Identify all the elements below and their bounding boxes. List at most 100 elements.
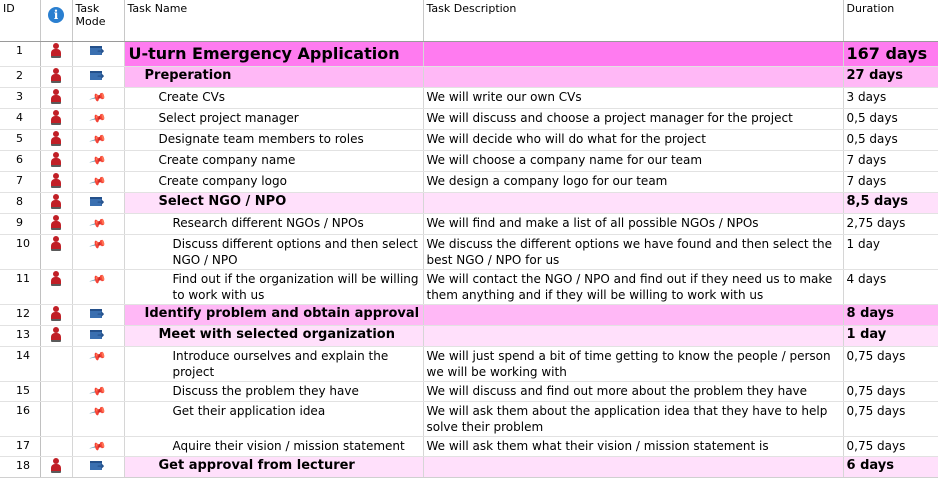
task-description-cell[interactable] [423,66,844,88]
task-id-cell[interactable]: 9 [0,213,41,235]
task-duration-cell[interactable]: 7 days [843,171,938,193]
task-description-cell[interactable]: We discuss the different options we have… [423,234,844,270]
task-mode-cell[interactable] [72,41,125,67]
task-description-cell[interactable]: We will discuss and find out more about … [423,381,844,402]
column-header-task-mode[interactable]: Task Mode [72,0,125,42]
task-description-cell[interactable]: We will decide who will do what for the … [423,129,844,151]
task-mode-cell[interactable]: 📌 [72,108,125,130]
task-mode-cell[interactable] [72,66,125,88]
task-mode-cell[interactable]: 📌 [72,436,125,457]
task-row[interactable]: 4 📌 Select project manager We will discuss … [0,108,938,130]
task-duration-cell[interactable]: 1 day [843,234,938,270]
task-id-cell[interactable]: 3 [0,87,41,109]
task-duration-cell[interactable]: 0,75 days [843,381,938,402]
task-id-cell[interactable]: 14 [0,346,41,382]
task-id-cell[interactable]: 6 [0,150,41,172]
task-name-cell[interactable]: Find out if the organization will be wil… [124,269,424,305]
task-name-cell[interactable]: Select NGO / NPO [124,192,424,214]
task-name-cell[interactable]: Create CVs [124,87,424,109]
task-row[interactable]: 18 Get approval from lecturer 6 days [0,456,938,478]
task-description-cell[interactable]: We will choose a company name for our te… [423,150,844,172]
task-name-cell[interactable]: Aquire their vision / mission statement [124,436,424,457]
task-id-cell[interactable]: 17 [0,436,41,457]
task-mode-cell[interactable] [72,304,125,326]
task-mode-cell[interactable]: 📌 [72,381,125,402]
task-duration-cell[interactable]: 0,75 days [843,346,938,382]
task-description-cell[interactable] [423,325,844,347]
task-id-cell[interactable]: 10 [0,234,41,270]
task-description-cell[interactable]: We will contact the NGO / NPO and find o… [423,269,844,305]
task-description-cell[interactable] [423,304,844,326]
task-row[interactable]: 3 📌 Create CVs We will write our own CVs 3 d… [0,87,938,109]
task-name-cell[interactable]: Designate team members to roles [124,129,424,151]
task-mode-cell[interactable] [72,192,125,214]
task-name-cell[interactable]: Get their application idea [124,401,424,437]
task-mode-cell[interactable]: 📌 [72,150,125,172]
task-mode-cell[interactable]: 📌 [72,346,125,382]
task-row[interactable]: 11 📌 Find out if the organization will be … [0,269,938,305]
task-duration-cell[interactable]: 8,5 days [843,192,938,214]
task-row[interactable]: 12 Identify problem and obtain approval 8 … [0,304,938,326]
column-header-indicators[interactable]: i [40,0,73,42]
task-row[interactable]: 8 Select NGO / NPO 8,5 days [0,192,938,214]
task-mode-cell[interactable]: 📌 [72,269,125,305]
task-row[interactable]: 16 📌 Get their application idea We will ask… [0,401,938,437]
task-row[interactable]: 15 📌 Discuss the problem they have We will … [0,381,938,402]
task-mode-cell[interactable]: 📌 [72,129,125,151]
task-mode-cell[interactable] [72,456,125,478]
task-name-cell[interactable]: Discuss the problem they have [124,381,424,402]
task-id-cell[interactable]: 16 [0,401,41,437]
task-duration-cell[interactable]: 0,75 days [843,436,938,457]
task-row[interactable]: 2 Preperation 27 days [0,66,938,88]
task-description-cell[interactable]: We will ask them what their vision / mis… [423,436,844,457]
task-id-cell[interactable]: 4 [0,108,41,130]
task-duration-cell[interactable]: 4 days [843,269,938,305]
task-description-cell[interactable]: We will find and make a list of all poss… [423,213,844,235]
column-header-id[interactable]: ID [0,0,41,42]
task-id-cell[interactable]: 15 [0,381,41,402]
task-description-cell[interactable]: We will ask them about the application i… [423,401,844,437]
task-row[interactable]: 10 📌 Discuss different options and then se… [0,234,938,270]
column-header-duration[interactable]: Duration [843,0,938,42]
task-name-cell[interactable]: Meet with selected organization [124,325,424,347]
task-duration-cell[interactable]: 0,5 days [843,108,938,130]
task-duration-cell[interactable]: 3 days [843,87,938,109]
task-id-cell[interactable]: 11 [0,269,41,305]
task-description-cell[interactable]: We will just spend a bit of time getting… [423,346,844,382]
task-name-cell[interactable]: Discuss different options and then selec… [124,234,424,270]
task-mode-cell[interactable]: 📌 [72,213,125,235]
task-name-cell[interactable]: Preperation [124,66,424,88]
task-id-cell[interactable]: 7 [0,171,41,193]
task-row[interactable]: 1 U-turn Emergency Application 167 days [0,41,938,67]
task-id-cell[interactable]: 18 [0,456,41,478]
task-row[interactable]: 17 📌 Aquire their vision / mission stateme… [0,436,938,457]
task-mode-cell[interactable]: 📌 [72,234,125,270]
task-description-cell[interactable]: We design a company logo for our team [423,171,844,193]
task-duration-cell[interactable]: 27 days [843,66,938,88]
task-name-cell[interactable]: U-turn Emergency Application [124,41,424,67]
task-name-cell[interactable]: Identify problem and obtain approval [124,304,424,326]
task-row[interactable]: 7 📌 Create company logo We design a company… [0,171,938,193]
task-name-cell[interactable]: Research different NGOs / NPOs [124,213,424,235]
task-id-cell[interactable]: 8 [0,192,41,214]
task-duration-cell[interactable]: 7 days [843,150,938,172]
column-header-task-description[interactable]: Task Description [423,0,844,42]
task-id-cell[interactable]: 13 [0,325,41,347]
task-name-cell[interactable]: Select project manager [124,108,424,130]
task-id-cell[interactable]: 5 [0,129,41,151]
task-description-cell[interactable]: We will write our own CVs [423,87,844,109]
task-mode-cell[interactable]: 📌 [72,401,125,437]
task-id-cell[interactable]: 2 [0,66,41,88]
task-name-cell[interactable]: Get approval from lecturer [124,456,424,478]
task-row[interactable]: 13 Meet with selected organization 1 day [0,325,938,347]
task-row[interactable]: 9 📌 Research different NGOs / NPOs We will … [0,213,938,235]
task-mode-cell[interactable] [72,325,125,347]
task-duration-cell[interactable]: 8 days [843,304,938,326]
task-row[interactable]: 14 📌 Introduce ourselves and explain the p… [0,346,938,382]
task-duration-cell[interactable]: 2,75 days [843,213,938,235]
task-id-cell[interactable]: 1 [0,41,41,67]
task-mode-cell[interactable]: 📌 [72,171,125,193]
task-name-cell[interactable]: Create company name [124,150,424,172]
task-description-cell[interactable] [423,192,844,214]
task-duration-cell[interactable]: 6 days [843,456,938,478]
